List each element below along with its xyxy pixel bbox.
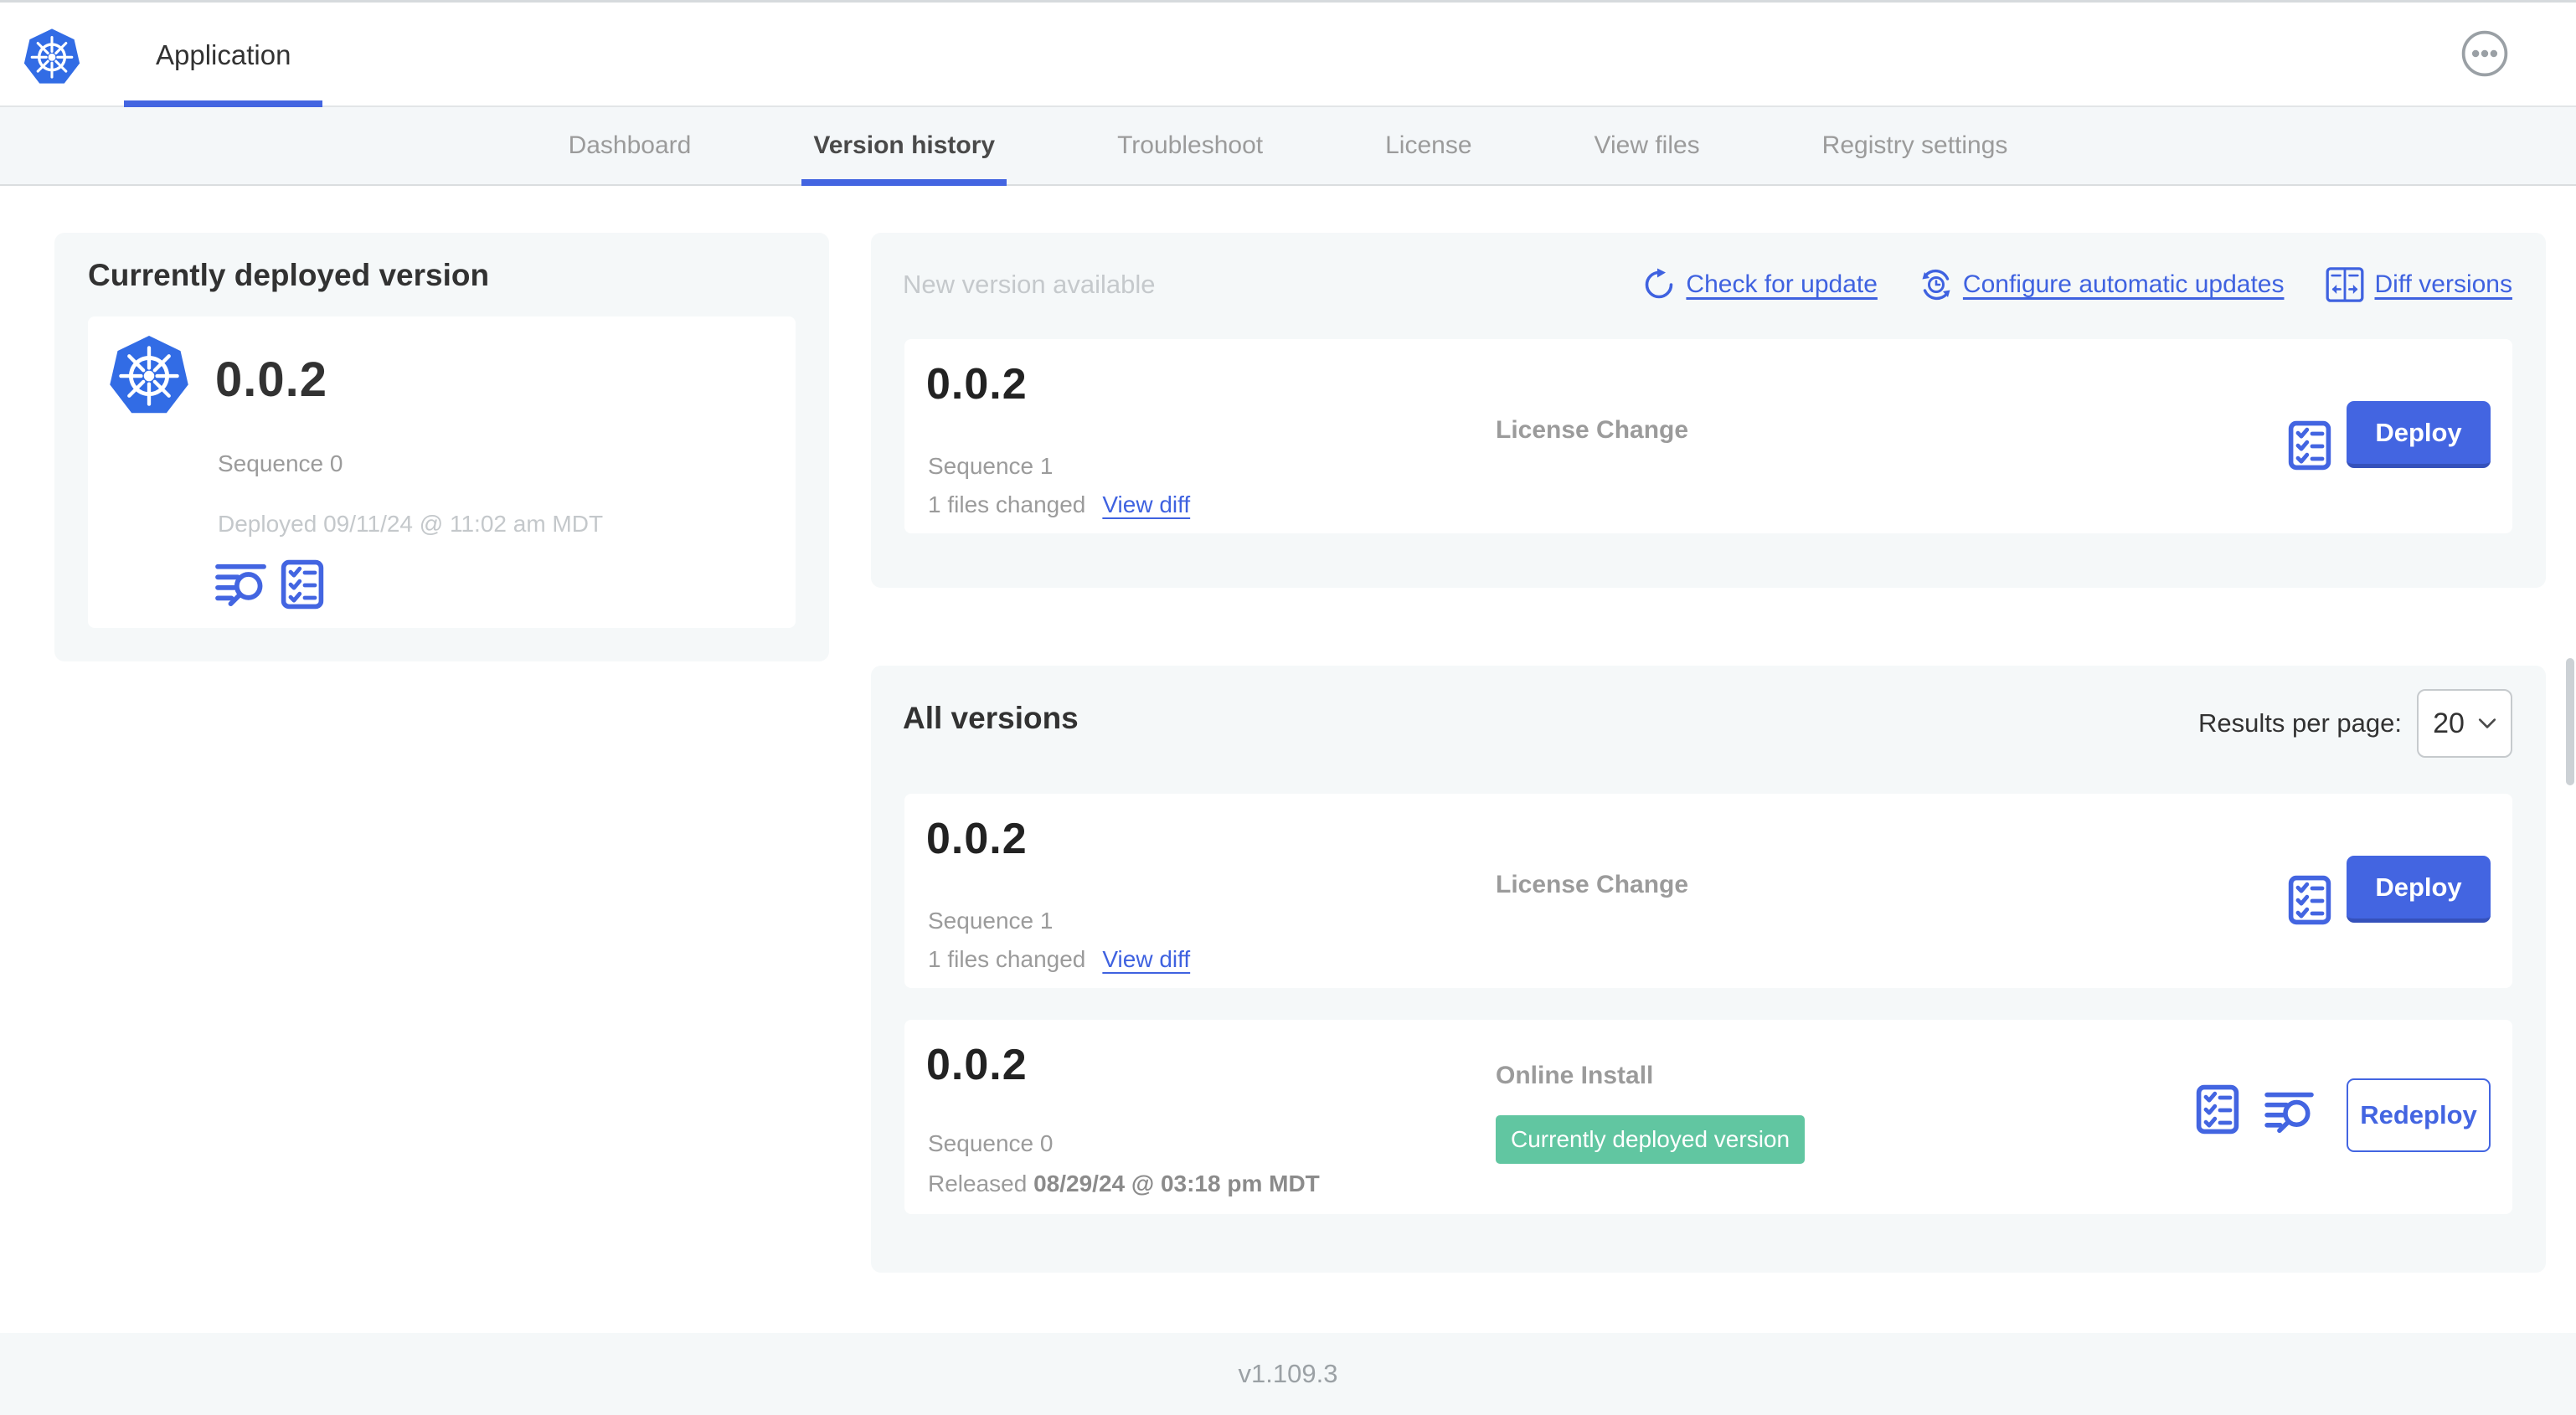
configure-automatic-updates-link[interactable]: Configure automatic updates xyxy=(1919,268,2284,301)
app-title: Application xyxy=(156,39,291,70)
logs-icon xyxy=(215,562,267,607)
currently-deployed-card: Currently deployed version 0.0.2 Sequenc… xyxy=(54,233,829,661)
row-sequence: Sequence 1 xyxy=(928,453,1054,479)
results-per-page: Results per page: 20 xyxy=(2198,689,2512,758)
app-header: Application xyxy=(0,0,2576,108)
logs-icon xyxy=(2264,1090,2315,1134)
deploy-button[interactable]: Deploy xyxy=(2347,856,2491,923)
overflow-menu-button[interactable] xyxy=(2460,29,2509,78)
app-icon xyxy=(109,335,189,419)
deploy-button[interactable]: Deploy xyxy=(2347,401,2491,468)
schedule-update-icon xyxy=(1919,268,1953,301)
view-diff-link[interactable]: View diff xyxy=(1102,491,1190,518)
row-version-number: 0.0.2 xyxy=(926,1041,1028,1089)
row-sequence: Sequence 0 xyxy=(928,1130,1054,1156)
new-version-title: New version available xyxy=(903,270,1156,299)
tab-license[interactable]: License xyxy=(1385,107,1471,184)
preflight-checks-button[interactable] xyxy=(281,559,324,610)
tab-dashboard[interactable]: Dashboard xyxy=(569,107,692,184)
row-version-number: 0.0.2 xyxy=(926,360,1028,409)
version-row: 0.0.2 Sequence 0 Released 08/29/24 @ 03:… xyxy=(904,1020,2512,1214)
app-tab-application[interactable]: Application xyxy=(124,3,323,108)
tab-registry-settings[interactable]: Registry settings xyxy=(1822,107,2008,184)
diff-icon xyxy=(2326,266,2364,303)
console-version: v1.109.3 xyxy=(1238,1359,1338,1388)
preflight-checks-button[interactable] xyxy=(2288,419,2331,471)
kubernetes-logo-icon xyxy=(23,28,80,88)
deployed-timestamp: Deployed 09/11/24 @ 11:02 am MDT xyxy=(218,511,604,537)
preflight-checklist-icon xyxy=(2288,874,2331,926)
currently-deployed-version-card: 0.0.2 Sequence 0 Deployed 09/11/24 @ 11:… xyxy=(88,316,796,628)
results-per-page-select[interactable]: 20 xyxy=(2417,689,2512,758)
new-version-header: New version available Check for update C… xyxy=(903,266,2512,303)
deployed-version-number: 0.0.2 xyxy=(215,352,327,407)
currently-deployed-heading: Currently deployed version xyxy=(88,258,490,292)
preflight-checklist-icon xyxy=(2196,1083,2239,1135)
row-version-number: 0.0.2 xyxy=(926,815,1028,863)
view-logs-button[interactable] xyxy=(215,562,267,607)
preflight-checks-button[interactable] xyxy=(2196,1083,2239,1135)
tab-version-history[interactable]: Version history xyxy=(801,107,1007,186)
preflight-checklist-icon xyxy=(281,559,324,610)
view-diff-link[interactable]: View diff xyxy=(1102,946,1190,973)
row-released-timestamp: Released 08/29/24 @ 03:18 pm MDT xyxy=(928,1171,1320,1196)
scrollbar-thumb[interactable] xyxy=(2566,658,2574,785)
page-nav: Dashboard Version history Troubleshoot L… xyxy=(0,107,2576,186)
results-per-page-label: Results per page: xyxy=(2198,708,2402,738)
row-sequence: Sequence 1 xyxy=(928,908,1054,934)
check-for-update-link[interactable]: Check for update xyxy=(1642,268,1878,301)
row-files-changed: 1 files changed View diff xyxy=(928,491,1191,518)
redeploy-button[interactable]: Redeploy xyxy=(2347,1078,2491,1152)
tab-troubleshoot[interactable]: Troubleshoot xyxy=(1117,107,1263,184)
new-version-actions: Check for update Configure automatic upd… xyxy=(1642,266,2512,303)
chevron-down-icon xyxy=(2478,718,2496,729)
new-version-row: 0.0.2 Sequence 1 1 files changed View di… xyxy=(904,339,2512,533)
page-footer: v1.109.3 xyxy=(0,1333,2576,1415)
diff-versions-link[interactable]: Diff versions xyxy=(2326,266,2512,303)
ellipsis-icon xyxy=(2460,29,2509,78)
preflight-checks-button[interactable] xyxy=(2288,874,2331,926)
all-versions-heading: All versions xyxy=(903,701,1079,735)
currently-deployed-badge: Currently deployed version xyxy=(1496,1115,1806,1164)
all-versions-section: All versions Results per page: 20 0.0.2 … xyxy=(871,666,2546,1273)
new-version-section: New version available Check for update C… xyxy=(871,233,2546,588)
row-source-label: Online Install xyxy=(1496,1062,1654,1089)
refresh-icon xyxy=(1642,268,1676,301)
row-source-label: License Change xyxy=(1496,871,1689,898)
view-logs-button[interactable] xyxy=(2264,1090,2315,1134)
deployed-actions xyxy=(215,559,324,610)
row-files-changed: 1 files changed View diff xyxy=(928,946,1191,973)
tab-view-files[interactable]: View files xyxy=(1595,107,1700,184)
row-source-label: License Change xyxy=(1496,416,1689,444)
preflight-checklist-icon xyxy=(2288,419,2331,471)
deployed-sequence: Sequence 0 xyxy=(218,450,343,476)
version-row: 0.0.2 Sequence 1 1 files changed View di… xyxy=(904,794,2512,988)
